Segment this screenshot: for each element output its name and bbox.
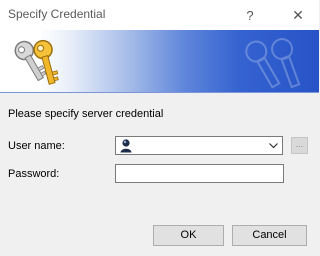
chevron-down-icon[interactable] [268,140,279,151]
browse-button[interactable]: ... [291,137,308,154]
title-bar: Specify Credential ? ✕ [0,0,319,30]
window-title: Specify Credential [8,7,106,21]
cancel-button[interactable]: Cancel [232,225,307,246]
username-combobox[interactable] [115,136,283,155]
username-label: User name: [8,140,65,152]
keys-watermark-icon [245,38,301,89]
user-icon [120,139,132,153]
keys-icon [14,39,59,85]
ok-button[interactable]: OK [153,225,224,246]
banner-separator [0,92,319,93]
header-banner [0,30,319,92]
instruction-text: Please specify server credential [8,108,164,120]
password-field[interactable] [115,164,284,183]
password-label: Password: [8,168,60,180]
close-button[interactable]: ✕ [280,2,316,28]
help-button[interactable]: ? [232,2,268,28]
